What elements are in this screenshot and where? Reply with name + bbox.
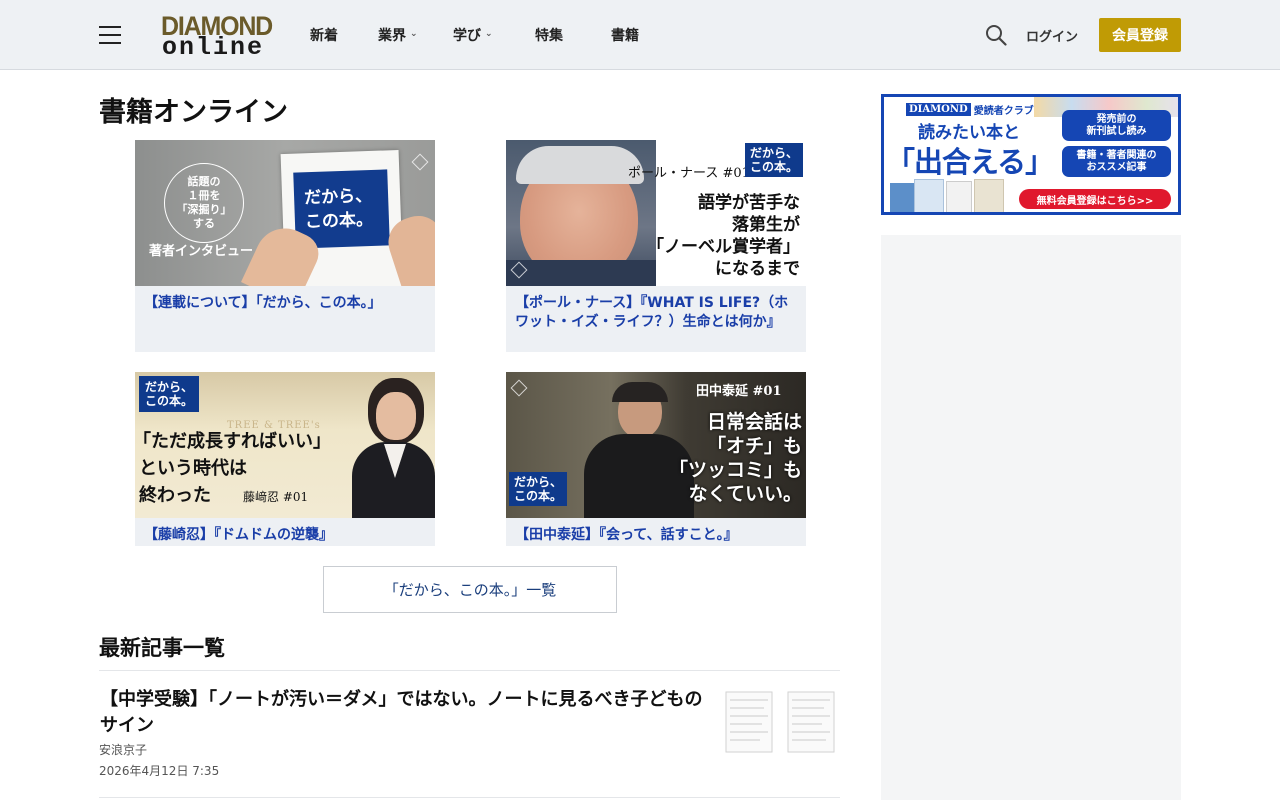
circle-badge: 話題の １冊を 「深掘り」 する	[164, 163, 244, 243]
divider	[99, 670, 840, 671]
page-title: 書籍オンライン	[99, 97, 288, 128]
article-date: 2026年4月12日 7:35	[99, 764, 220, 778]
ad-brand: DIAMOND 愛読者クラブ	[906, 102, 1034, 117]
article-title-link[interactable]: 【中学受験】「ノートが汚い＝ダメ」ではない。ノートに見るべき子どものサイン	[100, 687, 710, 739]
ad-line2: 「出合える」	[886, 145, 1054, 179]
diamond-icon	[411, 153, 429, 171]
portrait-photo	[350, 372, 435, 518]
ad-pill-trial: 発売前の 新刊試し読み	[1062, 110, 1171, 141]
nav-item-feature[interactable]: 特集	[535, 0, 611, 70]
reader-club-ad-banner[interactable]: DIAMOND 愛読者クラブ 読みたい本と 「出合える」 発売前の 新刊試し読み …	[881, 94, 1181, 215]
nav-item-books[interactable]: 書籍	[611, 0, 671, 70]
chevron-down-icon: ⌄	[485, 28, 493, 39]
diamond-icon	[510, 379, 528, 397]
ad-books-image	[890, 179, 1010, 212]
card-caption: 【連載について】「だから、この本。」	[144, 295, 382, 311]
search-icon[interactable]	[985, 24, 1007, 46]
author-name: ポール・ナース #01	[628, 166, 750, 181]
ad-pill-articles: 書籍・著者関連の おススメ記事	[1062, 146, 1171, 177]
card-caption: 【ポール・ナース】『WHAT IS LIFE?（ホワット・イズ・ライフ？）生命と…	[515, 295, 789, 330]
divider	[99, 797, 840, 798]
site-header: DIAMOND online 新着 業界 ⌄ 学び ⌄ 特集 書籍 ログイン 会員登…	[0, 0, 1280, 70]
menu-icon[interactable]	[99, 26, 121, 44]
author-name: 田中泰延 #01	[696, 384, 782, 399]
ad-cta-button: 無料会員登録はこちら>>	[1019, 189, 1171, 209]
series-badge: だから、 この本。	[745, 143, 804, 177]
series-badge: だから、 この本。	[509, 472, 568, 506]
card-caption: 【田中泰延】『会って、話すこと。』	[515, 527, 738, 543]
article-author: 安浪京子	[99, 743, 148, 757]
author-name: 藤﨑忍 #01	[243, 490, 309, 504]
nav-item-industry[interactable]: 業界 ⌄	[377, 0, 453, 70]
series-badge: だから、 この本。	[139, 376, 200, 412]
book-card-series-intro[interactable]: 話題の １冊を 「深掘り」 する 著者インタビュー だから、 この本。 【連載に…	[135, 140, 435, 352]
book-card-fujisaki[interactable]: TREE & TREE's だから、 この本。 「ただ成長すればいい」 という時代…	[135, 372, 435, 546]
interview-label: 著者インタビュー	[149, 244, 254, 259]
register-button[interactable]: 会員登録	[1099, 18, 1181, 52]
global-nav: 新着 業界 ⌄ 学び ⌄ 特集 書籍	[296, 0, 671, 70]
headline: 日常会話は 「オチ」も 「ツッコミ」も なくていい。	[668, 411, 802, 505]
nav-item-learn[interactable]: 学び ⌄	[453, 0, 535, 70]
site-logo[interactable]: DIAMOND online	[160, 11, 273, 62]
series-list-button[interactable]: 「だから、この本。」一覧	[323, 566, 617, 613]
card-thumbnail: ポール・ナース #01 だから、 この本。 語学が苦手な 落第生が 「ノーベル賞学…	[506, 140, 806, 286]
logo-online-text: online	[162, 33, 265, 62]
nav-item-new[interactable]: 新着	[296, 0, 377, 70]
latest-articles-heading: 最新記事一覧	[99, 636, 225, 660]
login-link[interactable]: ログイン	[1026, 26, 1078, 45]
card-caption: 【藤崎忍】『ドムドムの逆襲』	[144, 527, 333, 543]
book-card-paul-nurse[interactable]: ポール・ナース #01 だから、 この本。 語学が苦手な 落第生が 「ノーベル賞学…	[506, 140, 806, 352]
chevron-down-icon: ⌄	[410, 28, 418, 39]
card-thumbnail: 田中泰延 #01 日常会話は 「オチ」も 「ツッコミ」も なくていい。 だから、…	[506, 372, 806, 518]
headline: 語学が苦手な 落第生が 「ノーベル賞学者」 になるまで	[647, 193, 800, 279]
card-thumbnail: 話題の １冊を 「深掘り」 する 著者インタビュー だから、 この本。	[135, 140, 435, 286]
ad-placeholder	[881, 235, 1181, 800]
article-thumbnail[interactable]	[724, 690, 838, 754]
book-card-tanaka[interactable]: 田中泰延 #01 日常会話は 「オチ」も 「ツッコミ」も なくていい。 だから、…	[506, 372, 806, 546]
card-thumbnail: TREE & TREE's だから、 この本。 「ただ成長すればいい」 という時代…	[135, 372, 435, 518]
